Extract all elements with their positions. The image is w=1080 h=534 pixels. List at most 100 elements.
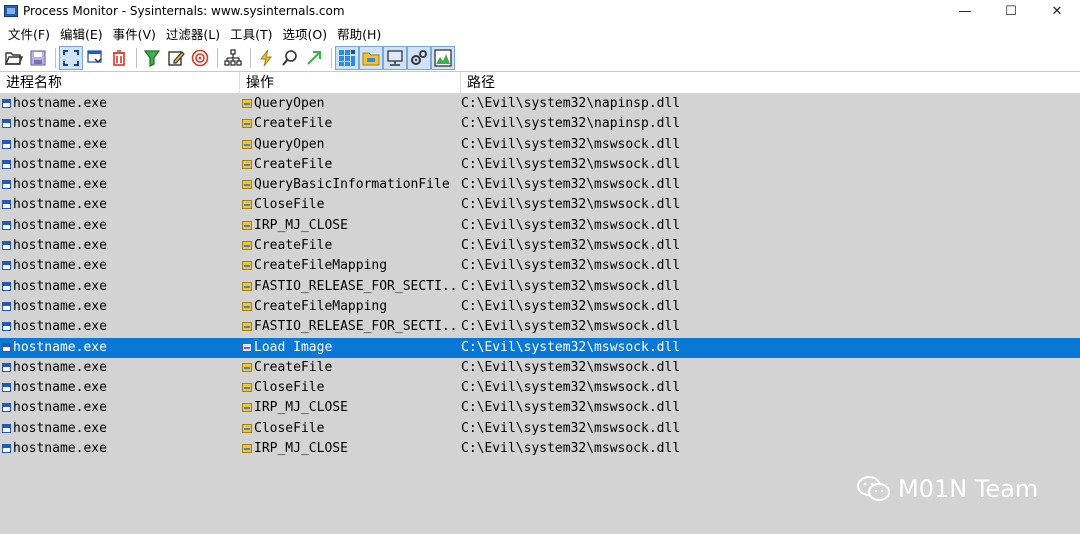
table-row[interactable]: hostname.exe CloseFile C:\Evil\system32\ms… — [0, 419, 1080, 439]
title-bar: Process Monitor - Sysinternals: www.sysi… — [0, 0, 1080, 22]
table-row[interactable]: hostname.exe IRP_MJ_CLOSE C:\Evil\system32… — [0, 439, 1080, 459]
table-row[interactable]: hostname.exe FASTIO_RELEASE_FOR_SECTI... C… — [0, 317, 1080, 337]
menu-options[interactable]: 选项(O) — [278, 24, 333, 43]
menu-event[interactable]: 事件(V) — [108, 24, 161, 43]
process-cell: hostname.exe — [0, 195, 240, 215]
operation-name: CreateFile — [254, 238, 333, 254]
path-cell: C:\Evil\system32\mswsock.dll — [461, 197, 681, 213]
filesystem-op-icon — [242, 220, 252, 230]
operation-name: CreateFile — [254, 359, 333, 375]
filesystem-op-icon — [242, 362, 252, 372]
process-name: hostname.exe — [13, 380, 107, 396]
table-row[interactable]: hostname.exe IRP_MJ_CLOSE C:\Evil\system32… — [0, 398, 1080, 418]
process-tree-icon[interactable] — [222, 47, 244, 69]
registry-icon[interactable] — [335, 45, 359, 70]
operation-name: CloseFile — [254, 420, 325, 436]
find-icon[interactable] — [279, 47, 301, 69]
process-icon — [2, 159, 11, 169]
table-row[interactable]: hostname.exe CreateFileMapping C:\Evil\sys… — [0, 297, 1080, 317]
delete-icon[interactable] — [108, 47, 130, 69]
process-icon — [2, 301, 11, 311]
operation-name: QueryOpen — [254, 96, 325, 111]
column-path[interactable]: 路径 — [461, 72, 1080, 94]
network-icon[interactable] — [383, 45, 407, 70]
filesystem-icon[interactable] — [359, 45, 383, 70]
process-icon — [2, 119, 11, 129]
operation-cell: CreateFile — [240, 114, 458, 134]
toolbar-separator — [250, 47, 251, 68]
column-operation[interactable]: 操作 — [240, 72, 461, 94]
menu-edit[interactable]: 编辑(E) — [55, 24, 108, 43]
save-icon[interactable] — [27, 47, 49, 69]
toolbar-separator — [136, 47, 137, 68]
process-cell: hostname.exe — [0, 358, 240, 378]
column-process-name[interactable]: 进程名称 — [0, 72, 240, 94]
path-cell: C:\Evil\system32\mswsock.dll — [461, 441, 681, 457]
process-icon — [2, 180, 11, 190]
highlight-icon[interactable] — [165, 47, 187, 69]
profiling-icon[interactable] — [431, 45, 455, 70]
operation-name: CreateFile — [254, 156, 333, 172]
process-name: hostname.exe — [13, 298, 107, 314]
operation-name: CloseFile — [254, 197, 325, 213]
window-title: Process Monitor - Sysinternals: www.sysi… — [23, 4, 345, 18]
process-icon — [2, 423, 11, 433]
minimize-button[interactable]: — — [942, 0, 988, 22]
path-cell: C:\Evil\system32\mswsock.dll — [461, 278, 681, 294]
lightning-icon[interactable] — [255, 47, 277, 69]
filesystem-op-icon — [242, 322, 252, 332]
table-row[interactable]: hostname.exe IRP_MJ_CLOSE C:\Evil\system32… — [0, 216, 1080, 236]
menu-filter[interactable]: 过滤器(L) — [161, 24, 225, 43]
table-row[interactable]: hostname.exe QueryOpen C:\Evil\system32\na… — [0, 94, 1080, 114]
menu-help[interactable]: 帮助(H) — [332, 24, 386, 43]
operation-name: Load Image — [254, 339, 333, 355]
process-cell: hostname.exe — [0, 317, 240, 337]
path-cell: C:\Evil\system32\napinsp.dll — [461, 96, 681, 111]
table-row[interactable]: hostname.exe CreateFileMapping C:\Evil\sys… — [0, 256, 1080, 276]
operation-name: CreateFileMapping — [254, 298, 388, 314]
table-row[interactable]: hostname.exe Load Image C:\Evil\system32\m… — [0, 337, 1080, 358]
jump-icon[interactable] — [303, 47, 325, 69]
clear-display-icon[interactable] — [84, 47, 106, 69]
process-name: hostname.exe — [13, 96, 107, 111]
table-row[interactable]: hostname.exe QueryBasicInformationFile C:\… — [0, 175, 1080, 195]
process-name: hostname.exe — [13, 359, 107, 375]
target-icon[interactable] — [189, 47, 211, 69]
operation-cell: Load Image — [240, 338, 458, 358]
path-cell: C:\Evil\system32\mswsock.dll — [461, 400, 681, 416]
process-thread-icon[interactable] — [407, 45, 431, 70]
operation-cell: CreateFile — [240, 155, 458, 175]
open-icon[interactable] — [3, 47, 25, 69]
autoscroll-icon[interactable] — [59, 45, 83, 70]
process-cell: hostname.exe — [0, 155, 240, 175]
window-controls: — ☐ ✕ — [942, 0, 1080, 22]
table-row[interactable]: hostname.exe CloseFile C:\Evil\system32\ms… — [0, 378, 1080, 398]
filesystem-op-icon — [242, 301, 252, 311]
close-button[interactable]: ✕ — [1034, 0, 1080, 22]
table-row[interactable]: hostname.exe CreateFile C:\Evil\system32\n… — [0, 114, 1080, 134]
process-name: hostname.exe — [13, 217, 107, 233]
path-cell: C:\Evil\system32\mswsock.dll — [461, 319, 681, 335]
table-row[interactable]: hostname.exe CreateFile C:\Evil\system32\m… — [0, 155, 1080, 175]
maximize-button[interactable]: ☐ — [988, 0, 1034, 22]
process-icon — [2, 200, 11, 210]
process-cell: hostname.exe — [0, 236, 240, 256]
filesystem-op-icon — [242, 261, 252, 271]
table-row[interactable]: hostname.exe CreateFile C:\Evil\system32\m… — [0, 358, 1080, 378]
process-cell: hostname.exe — [0, 297, 240, 317]
operation-cell: FASTIO_RELEASE_FOR_SECTI... — [240, 277, 458, 297]
process-icon — [2, 241, 11, 251]
filter-icon[interactable] — [141, 47, 163, 69]
menu-tools[interactable]: 工具(T) — [225, 24, 277, 43]
table-row[interactable]: hostname.exe FASTIO_RELEASE_FOR_SECTI... C… — [0, 277, 1080, 297]
process-cell: hostname.exe — [0, 256, 240, 276]
column-header-row: 进程名称 操作 路径 — [0, 72, 1080, 94]
process-cell: hostname.exe — [0, 398, 240, 418]
path-cell: C:\Evil\system32\mswsock.dll — [461, 136, 681, 152]
table-row[interactable]: hostname.exe QueryOpen C:\Evil\system32\ms… — [0, 135, 1080, 155]
operation-cell: CreateFile — [240, 236, 458, 256]
menu-file[interactable]: 文件(F) — [3, 24, 55, 43]
filesystem-op-icon — [242, 383, 252, 393]
table-row[interactable]: hostname.exe CloseFile C:\Evil\system32\ms… — [0, 195, 1080, 215]
table-row[interactable]: hostname.exe CreateFile C:\Evil\system32\m… — [0, 236, 1080, 256]
